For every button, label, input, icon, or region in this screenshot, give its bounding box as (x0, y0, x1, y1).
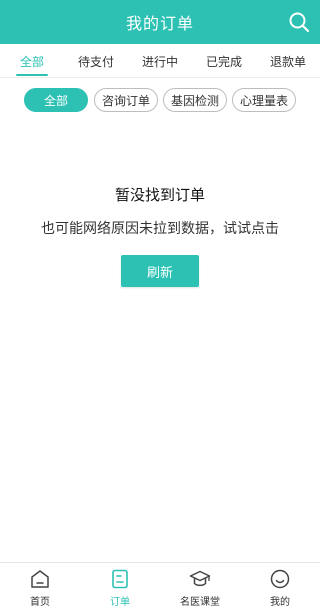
chip-label: 全部 (43, 93, 68, 108)
tab-completed[interactable]: 已完成 (192, 44, 256, 78)
graduation-cap-icon (189, 570, 211, 587)
nav-item-profile[interactable]: 我的 (240, 563, 320, 612)
order-status-tabs: 全部 待支付 进行中 已完成 退款单 (0, 44, 320, 78)
profile-icon (270, 569, 290, 589)
tab-label: 全部 (19, 54, 44, 69)
nav-item-home[interactable]: 首页 (0, 563, 80, 612)
bottom-navigation: 首页 订单 名医课堂 我的 (0, 562, 320, 612)
chip-label: 基因检测 (170, 93, 219, 108)
tab-label: 已完成 (205, 54, 242, 69)
nav-label: 首页 (30, 597, 50, 608)
tab-label: 进行中 (141, 54, 178, 69)
tab-in-progress[interactable]: 进行中 (128, 44, 192, 78)
filter-chip-psych-scale[interactable]: 心理量表 (232, 88, 296, 112)
filter-chip-genetic-test[interactable]: 基因检测 (163, 88, 227, 112)
chip-label: 咨询订单 (101, 93, 150, 108)
chip-label: 心理量表 (239, 93, 288, 108)
nav-item-orders[interactable]: 订单 (80, 563, 160, 612)
order-type-filters: 全部 咨询订单 基因检测 心理量表 (0, 86, 320, 116)
nav-label: 名医课堂 (180, 597, 220, 608)
tab-label: 待支付 (77, 54, 114, 69)
nav-label: 订单 (110, 597, 130, 608)
refresh-button[interactable]: 刷新 (121, 255, 199, 287)
nav-item-doctor-class[interactable]: 名医课堂 (160, 563, 240, 612)
nav-label: 我的 (270, 597, 290, 608)
filter-chip-consultation[interactable]: 咨询订单 (94, 88, 158, 112)
tab-label: 退款单 (269, 54, 306, 69)
search-icon[interactable] (288, 11, 310, 33)
home-icon (31, 570, 49, 588)
page-title: 我的订单 (125, 14, 194, 33)
tab-refunds[interactable]: 退款单 (256, 44, 320, 78)
order-icon (112, 569, 128, 589)
filter-chip-all[interactable]: 全部 (24, 88, 88, 112)
app-header: 我的订单 (0, 0, 320, 44)
tab-pending-payment[interactable]: 待支付 (64, 44, 128, 78)
tab-all[interactable]: 全部 (0, 44, 64, 78)
empty-state-message: 也可能网络原因未拉到数据，试试点击 (41, 221, 279, 237)
empty-state-title: 暂没找到订单 (114, 186, 205, 204)
